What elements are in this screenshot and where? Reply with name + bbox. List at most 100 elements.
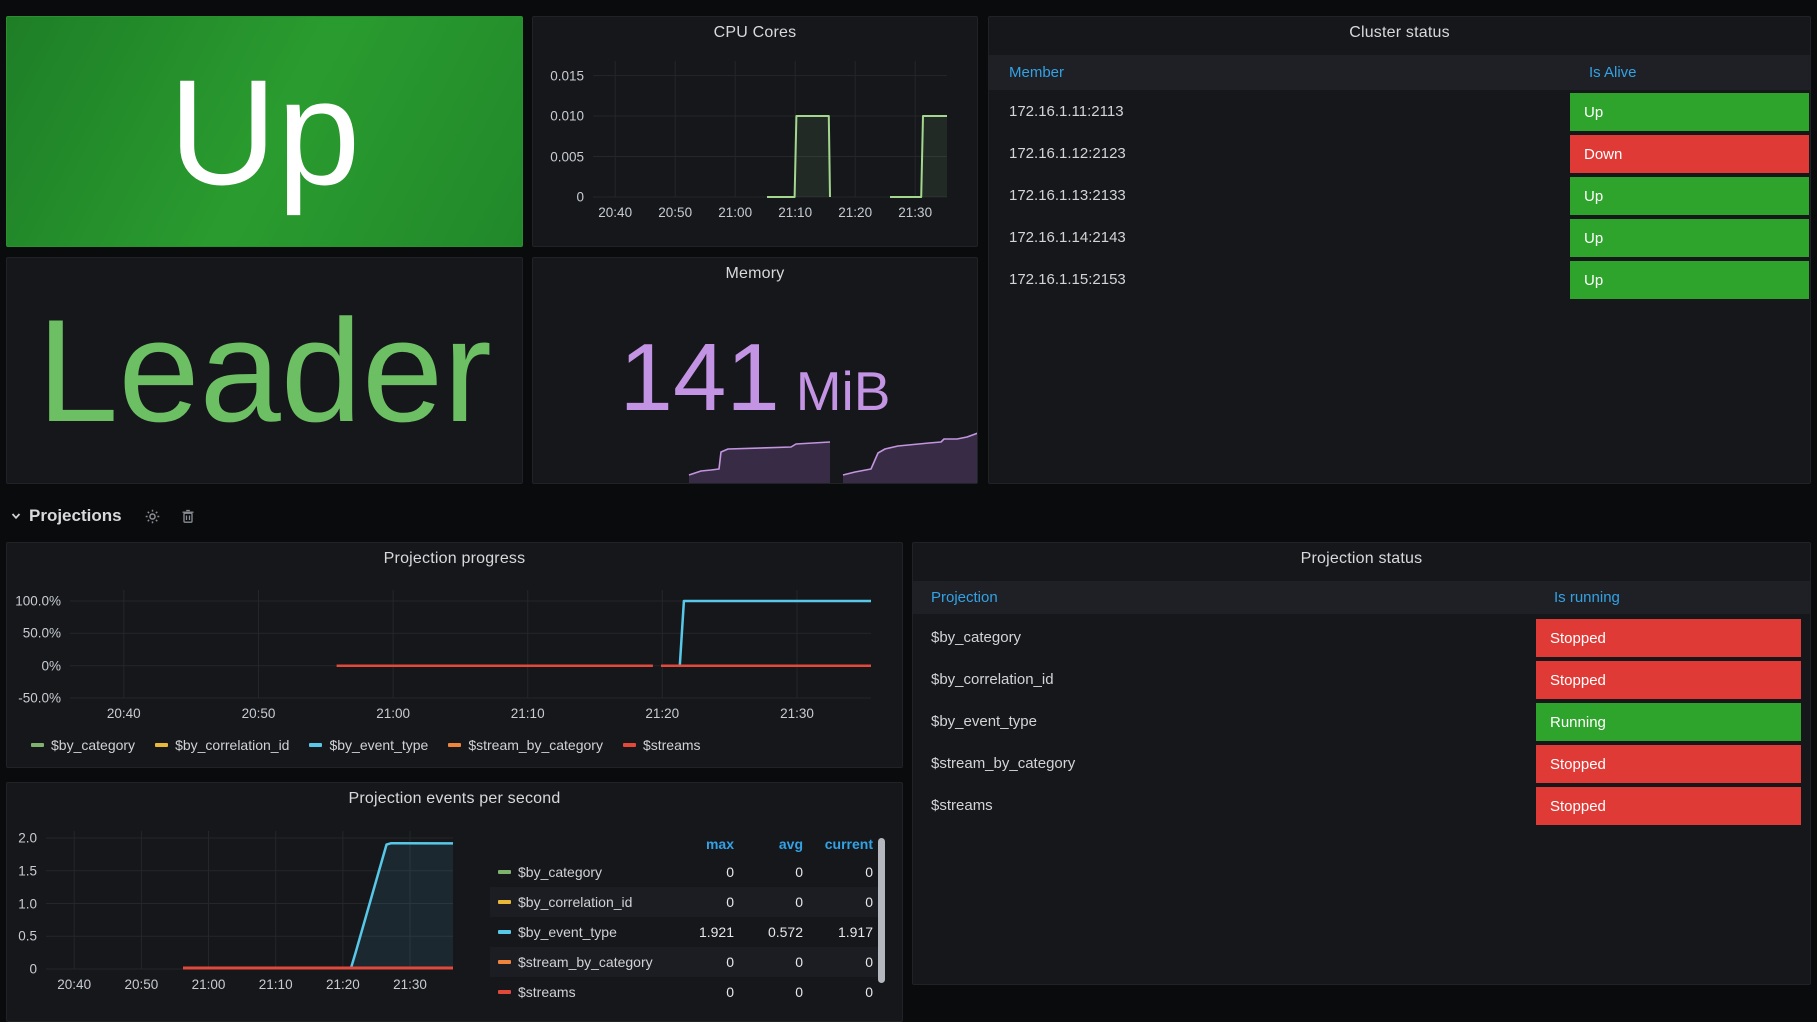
memory-panel: Memory 141 MiB bbox=[532, 257, 978, 484]
legend-value-avg: 0 bbox=[734, 864, 803, 880]
series-color-dash bbox=[31, 743, 44, 747]
legend-item[interactable]: $streams bbox=[623, 737, 701, 753]
legend-item[interactable]: $by_category bbox=[31, 737, 135, 753]
y-tick-label: 0 bbox=[7, 962, 37, 977]
up-status-value: Up bbox=[169, 57, 361, 207]
y-tick-label: 2.0 bbox=[7, 831, 37, 846]
series-color-dash bbox=[309, 743, 322, 747]
cluster-table-header: Member Is Alive bbox=[989, 55, 1810, 90]
projection-cell: $by_category bbox=[931, 619, 1021, 657]
projection-events-panel: Projection events per second 20:40 20:50 2… bbox=[6, 782, 903, 1022]
status-badge: Down bbox=[1570, 135, 1809, 173]
projection-col-projection[interactable]: Projection bbox=[931, 581, 998, 614]
legend-item[interactable]: $by_event_type bbox=[309, 737, 428, 753]
status-badge: Stopped bbox=[1536, 619, 1801, 657]
status-badge: Stopped bbox=[1536, 787, 1801, 825]
legend-value-current: 0 bbox=[803, 864, 873, 880]
legend-label[interactable]: $by_category bbox=[51, 737, 135, 753]
x-tick-label: 21:30 bbox=[780, 706, 814, 721]
x-tick-label: 21:00 bbox=[192, 977, 226, 992]
y-tick-label: 100.0% bbox=[7, 594, 61, 609]
projection-progress-panel-title[interactable]: Projection progress bbox=[7, 550, 902, 568]
legend-label[interactable]: $by_correlation_id bbox=[175, 737, 289, 753]
status-badge: Up bbox=[1570, 261, 1809, 299]
legend-value-max: 0 bbox=[662, 894, 734, 910]
memory-value-group: 141 MiB bbox=[533, 330, 977, 426]
y-tick-label: 0.015 bbox=[533, 68, 584, 83]
legend-value-max: 0 bbox=[662, 954, 734, 970]
memory-sparkline bbox=[533, 427, 977, 483]
series-color-dash bbox=[155, 743, 168, 747]
legend-series-name[interactable]: $by_category bbox=[490, 864, 662, 880]
legend-series-name[interactable]: $stream_by_category bbox=[490, 954, 662, 970]
projection-progress-chart[interactable]: 20:4020:5021:0021:1021:2021:30-50.0%0%50… bbox=[7, 543, 902, 767]
legend-value-current: 1.917 bbox=[803, 924, 873, 940]
cpu-cores-chart[interactable]: 20:4020:5021:0021:1021:2021:3000.0050.01… bbox=[533, 17, 977, 246]
member-cell: 172.16.1.11:2113 bbox=[1009, 93, 1124, 131]
legend-label: $by_category bbox=[518, 864, 602, 880]
legend-value-max: 1.921 bbox=[662, 924, 734, 940]
x-tick-label: 20:50 bbox=[124, 977, 158, 992]
x-tick-label: 20:40 bbox=[57, 977, 91, 992]
memory-panel-title[interactable]: Memory bbox=[533, 265, 977, 283]
legend-scrollbar[interactable] bbox=[878, 838, 885, 983]
legend-table-row: $stream_by_category000 bbox=[490, 947, 885, 977]
x-tick-label: 20:40 bbox=[107, 706, 141, 721]
legend-label[interactable]: $stream_by_category bbox=[468, 737, 603, 753]
cpu-cores-panel-title[interactable]: CPU Cores bbox=[533, 24, 977, 42]
y-tick-label: -50.0% bbox=[7, 691, 61, 706]
chevron-down-icon[interactable] bbox=[10, 510, 22, 522]
projection-events-panel-title[interactable]: Projection events per second bbox=[7, 790, 902, 808]
cluster-col-member[interactable]: Member bbox=[1009, 55, 1064, 90]
y-tick-label: 50.0% bbox=[7, 626, 61, 641]
y-tick-label: 0.010 bbox=[533, 109, 584, 124]
status-badge: Stopped bbox=[1536, 661, 1801, 699]
legend-value-avg: 0.572 bbox=[734, 924, 803, 940]
legend-label[interactable]: $streams bbox=[643, 737, 701, 753]
x-tick-label: 21:20 bbox=[645, 706, 679, 721]
projections-section-header[interactable]: Projections bbox=[10, 501, 196, 531]
legend-value-current: 0 bbox=[803, 954, 873, 970]
cpu-cores-panel: CPU Cores 20:4020:5021:0021:1021:2021:30… bbox=[532, 16, 978, 247]
series-color-dash bbox=[498, 930, 511, 934]
series-color-dash bbox=[498, 990, 511, 994]
legend-series-name[interactable]: $streams bbox=[490, 984, 662, 1000]
legend-table-header: maxavgcurrent bbox=[490, 831, 885, 857]
legend-col-avg[interactable]: avg bbox=[734, 836, 803, 852]
legend-table-row: $by_event_type1.9210.5721.917 bbox=[490, 917, 885, 947]
legend-item[interactable]: $stream_by_category bbox=[448, 737, 603, 753]
member-cell: 172.16.1.13:2133 bbox=[1009, 177, 1126, 215]
legend-col-current[interactable]: current bbox=[803, 836, 873, 852]
projection-status-panel: Projection status Projection Is running … bbox=[912, 542, 1811, 985]
legend-label: $by_correlation_id bbox=[518, 894, 632, 910]
legend-series-name[interactable]: $by_correlation_id bbox=[490, 894, 662, 910]
y-tick-label: 0.5 bbox=[7, 929, 37, 944]
projection-events-legend-table: maxavgcurrent$by_category000$by_correlat… bbox=[490, 831, 885, 1007]
legend-col-max[interactable]: max bbox=[662, 836, 734, 852]
legend-item[interactable]: $by_correlation_id bbox=[155, 737, 289, 753]
y-tick-label: 0% bbox=[7, 658, 61, 673]
status-badge: Stopped bbox=[1536, 745, 1801, 783]
up-status-panel: Up bbox=[6, 16, 523, 247]
projection-cell: $streams bbox=[931, 787, 993, 825]
projection-table-header: Projection Is running bbox=[913, 581, 1810, 614]
cluster-col-is-alive[interactable]: Is Alive bbox=[1589, 55, 1637, 90]
status-badge: Up bbox=[1570, 93, 1809, 131]
projection-cell: $stream_by_category bbox=[931, 745, 1075, 783]
projection-status-panel-title[interactable]: Projection status bbox=[913, 550, 1810, 568]
legend-series-name[interactable]: $by_event_type bbox=[490, 924, 662, 940]
section-title[interactable]: Projections bbox=[29, 506, 122, 526]
legend-label[interactable]: $by_event_type bbox=[329, 737, 428, 753]
leader-panel: Leader bbox=[6, 257, 523, 484]
projection-col-is-running[interactable]: Is running bbox=[1554, 581, 1620, 614]
x-tick-label: 21:00 bbox=[376, 706, 410, 721]
gear-icon[interactable] bbox=[144, 508, 161, 525]
trash-icon[interactable] bbox=[180, 508, 196, 525]
cluster-status-panel-title[interactable]: Cluster status bbox=[989, 24, 1810, 42]
series-color-dash bbox=[498, 870, 511, 874]
x-tick-label: 21:10 bbox=[778, 205, 812, 220]
legend-value-max: 0 bbox=[662, 864, 734, 880]
x-tick-label: 21:00 bbox=[718, 205, 752, 220]
legend-value-max: 0 bbox=[662, 984, 734, 1000]
projection-cell: $by_correlation_id bbox=[931, 661, 1054, 699]
